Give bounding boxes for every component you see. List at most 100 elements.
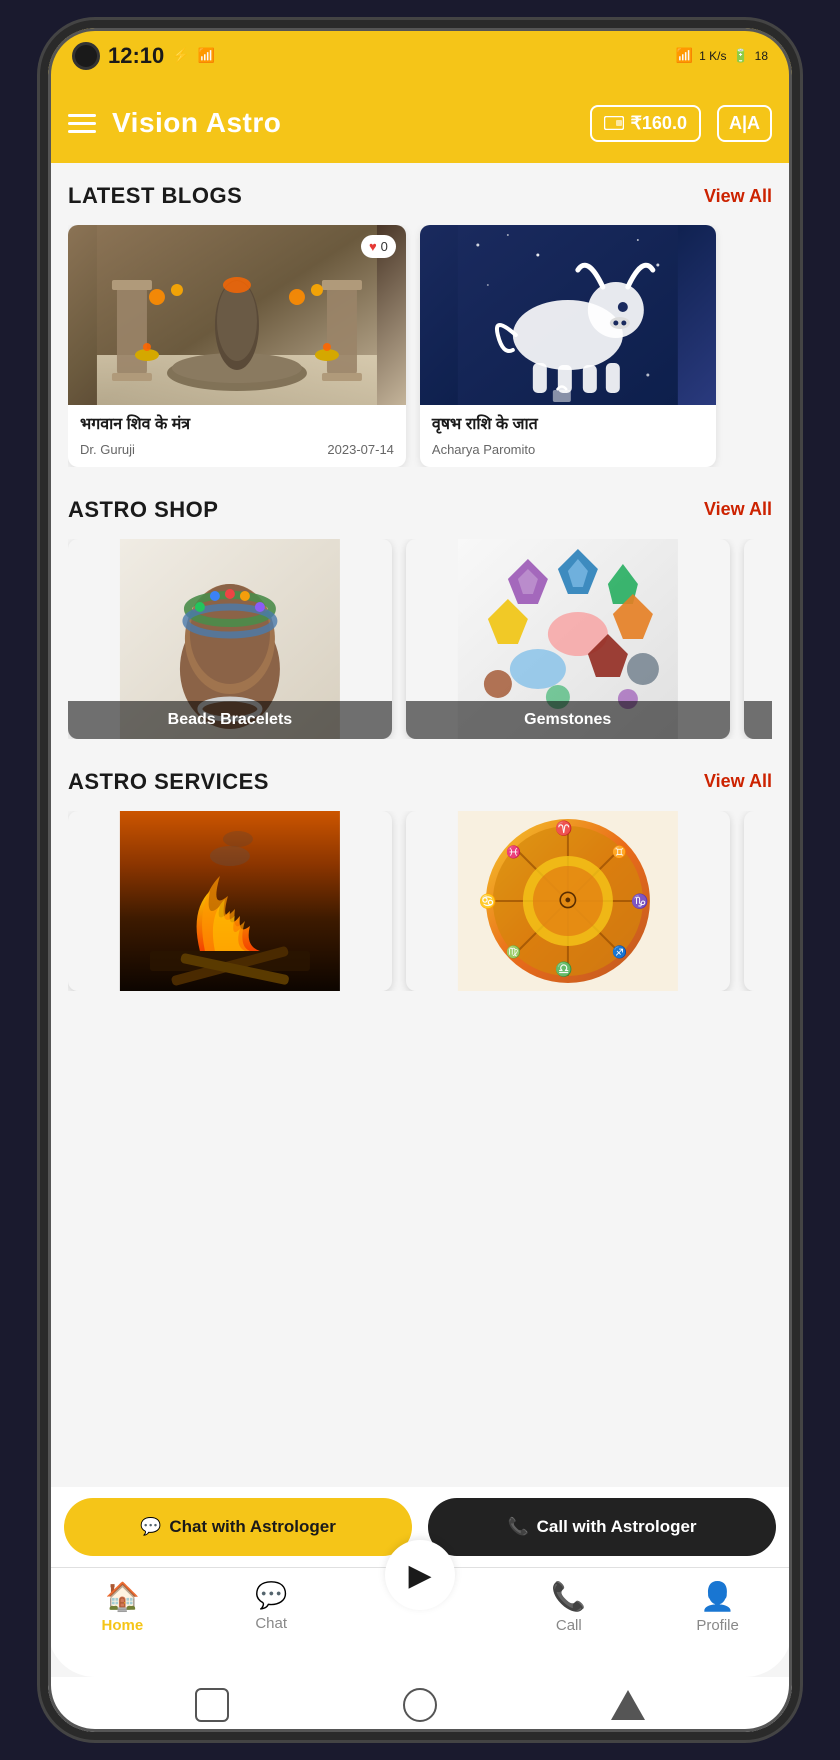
services-row: ♈ ♎ ♋ ♑ ♓ ♊ ♍ ♐ ☉ <box>68 811 772 991</box>
blog-date-1: 2023-07-14 <box>327 442 394 457</box>
shop-card-bracelets[interactable]: Beads Bracelets <box>68 539 392 739</box>
nav-item-home[interactable]: 🏠 Home <box>82 1580 162 1634</box>
blog-info-2: वृषभ राशि के जात Acharya Paromito <box>420 405 716 467</box>
astro-shop-view-all[interactable]: View All <box>704 499 772 520</box>
call-cta-icon: 📞 <box>507 1517 528 1537</box>
blog-author-1: Dr. Guruji <box>80 442 135 457</box>
svg-text:♊: ♊ <box>612 845 627 859</box>
translate-button[interactable]: A|A <box>717 105 772 142</box>
nav-item-profile[interactable]: 👤 Profile <box>678 1580 758 1634</box>
shop-label-healer: Heal <box>744 701 772 739</box>
camera-icon <box>72 42 100 70</box>
call-icon: 📞 <box>551 1580 586 1613</box>
blog-img-2 <box>420 225 716 405</box>
shiva-temple-img <box>68 225 406 405</box>
status-bar: 12:10 ⚡ 📶 📶 1 K/s 🔋 18 <box>48 28 792 83</box>
usb-icon: ⚡ <box>172 47 189 64</box>
wallet-badge[interactable]: ₹160.0 <box>590 105 701 142</box>
chat-cta-icon: 💬 <box>140 1517 161 1537</box>
blog-meta-2: Acharya Paromito <box>432 442 704 457</box>
blog-like-count-1: 0 <box>381 239 388 254</box>
status-time: 12:10 <box>108 43 164 69</box>
astro-services-view-all[interactable]: View All <box>704 771 772 792</box>
astro-services-header: ASTRO SERVICES View All <box>68 769 772 795</box>
latest-blogs-title: LATEST BLOGS <box>68 183 242 209</box>
blog-title-1: भगवान शिव के मंत्र <box>80 415 394 436</box>
system-back-button[interactable] <box>195 1688 229 1722</box>
service-card-fire[interactable] <box>68 811 392 991</box>
wallet-icon <box>604 116 624 130</box>
svg-text:♈: ♈ <box>555 820 572 837</box>
blog-like-badge-1[interactable]: ♥ 0 <box>361 235 396 258</box>
astro-wheel-img: ♈ ♎ ♋ ♑ ♓ ♊ ♍ ♐ ☉ <box>406 811 730 991</box>
svg-text:♐: ♐ <box>612 945 627 959</box>
signal-icon: 📶 <box>198 47 215 64</box>
heart-icon: ♥ <box>369 239 377 254</box>
status-left: 12:10 ⚡ 📶 <box>72 42 215 70</box>
blog-meta-1: Dr. Guruji 2023-07-14 <box>80 442 394 457</box>
shop-label-bracelets: Beads Bracelets <box>68 701 392 739</box>
blog-img-1: ♥ 0 <box>68 225 406 405</box>
nav-center-icon: ▶ <box>408 1558 431 1593</box>
chat-cta-label: Chat with Astrologer <box>169 1517 336 1537</box>
hamburger-menu[interactable] <box>68 114 96 133</box>
system-nav <box>48 1677 792 1732</box>
latest-blogs-header: LATEST BLOGS View All <box>68 183 772 209</box>
astro-shop-title: ASTRO SHOP <box>68 497 218 523</box>
call-with-astrologer-button[interactable]: 📞 Call with Astrologer <box>428 1498 776 1556</box>
latest-blogs-view-all[interactable]: View All <box>704 186 772 207</box>
shop-card-gemstones[interactable]: Gemstones <box>406 539 730 739</box>
fire-img <box>68 811 392 991</box>
shop-card-healer[interactable]: Heal <box>744 539 772 739</box>
profile-icon: 👤 <box>700 1580 735 1613</box>
battery-icon: 🔋 <box>732 48 748 64</box>
latest-blogs-section: LATEST BLOGS View All <box>48 163 792 477</box>
blog-author-2: Acharya Paromito <box>432 442 535 457</box>
svg-text:♑: ♑ <box>631 893 648 910</box>
astro-services-title: ASTRO SERVICES <box>68 769 269 795</box>
taurus-img <box>420 225 716 405</box>
shop-row: Beads Bracelets <box>68 539 772 739</box>
chat-with-astrologer-button[interactable]: 💬 Chat with Astrologer <box>64 1498 412 1556</box>
blogs-row: ♥ 0 भगवान शिव के मंत्र Dr. Guruji 2023-0… <box>68 225 772 467</box>
chat-icon: 💬 <box>255 1580 287 1611</box>
nav-label-call: Call <box>556 1617 582 1634</box>
status-icons: 📶 1 K/s 🔋 18 <box>676 47 768 64</box>
service-card-astro-wheel[interactable]: ♈ ♎ ♋ ♑ ♓ ♊ ♍ ♐ ☉ <box>406 811 730 991</box>
svg-text:♓: ♓ <box>506 845 521 859</box>
nav-label-chat: Chat <box>255 1615 287 1632</box>
system-recents-button[interactable] <box>611 1690 645 1720</box>
battery-level: 18 <box>755 49 768 63</box>
nav-label-profile: Profile <box>696 1617 739 1634</box>
astro-shop-section: ASTRO SHOP View All <box>48 477 792 749</box>
content-area[interactable]: LATEST BLOGS View All <box>48 163 792 1487</box>
blog-info-1: भगवान शिव के मंत्र Dr. Guruji 2023-07-14 <box>68 405 406 467</box>
nav-item-chat[interactable]: 💬 Chat <box>231 1580 311 1632</box>
blog-card-1[interactable]: ♥ 0 भगवान शिव के मंत्र Dr. Guruji 2023-0… <box>68 225 406 467</box>
home-icon: 🏠 <box>105 1580 140 1613</box>
nav-center-bump[interactable]: ▶ <box>385 1540 455 1610</box>
screen: 12:10 ⚡ 📶 📶 1 K/s 🔋 18 Vision Astro <box>48 28 792 1732</box>
service-card-partial[interactable] <box>744 811 772 991</box>
astro-services-section: ASTRO SERVICES View All <box>48 749 792 1001</box>
svg-text:♋: ♋ <box>479 893 496 910</box>
svg-text:☉: ☉ <box>558 888 578 913</box>
nav-label-home: Home <box>102 1617 144 1634</box>
shop-label-gemstones: Gemstones <box>406 701 730 739</box>
app-header: Vision Astro ₹160.0 A|A <box>48 83 792 163</box>
wifi-icon: 📶 <box>676 47 693 64</box>
call-cta-label: Call with Astrologer <box>537 1517 697 1537</box>
network-speed: 1 K/s <box>699 49 726 63</box>
bottom-nav: ▶ 🏠 Home 💬 Chat 📞 Call 👤 Profile <box>48 1567 792 1677</box>
wallet-amount: ₹160.0 <box>630 113 687 134</box>
app-title: Vision Astro <box>112 107 574 139</box>
svg-text:♎: ♎ <box>555 961 572 978</box>
svg-text:♍: ♍ <box>506 945 521 959</box>
blog-title-2: वृषभ राशि के जात <box>432 415 704 436</box>
blog-card-2[interactable]: वृषभ राशि के जात Acharya Paromito <box>420 225 716 467</box>
pink-service-img <box>744 811 772 991</box>
astro-shop-header: ASTRO SHOP View All <box>68 497 772 523</box>
system-home-button[interactable] <box>403 1688 437 1722</box>
nav-item-call[interactable]: 📞 Call <box>529 1580 609 1634</box>
phone-frame: 12:10 ⚡ 📶 📶 1 K/s 🔋 18 Vision Astro <box>40 20 800 1740</box>
